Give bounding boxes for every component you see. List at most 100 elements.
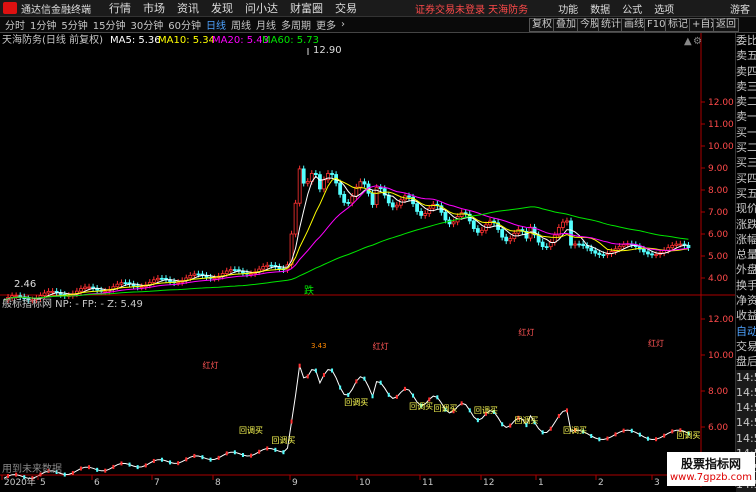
menu-function[interactable]: 功能 (558, 1, 578, 16)
candle-body (269, 264, 274, 267)
tab-weekly[interactable]: 周线 (231, 17, 251, 32)
candle-body (87, 286, 91, 289)
menu-news[interactable]: 资讯 (177, 0, 199, 16)
candle-body (317, 174, 322, 190)
candle-body (370, 192, 375, 205)
indicator-bar (120, 461, 123, 466)
x-tick-label: 3 (654, 478, 660, 487)
overlay-button[interactable]: 叠加 (553, 18, 579, 32)
buy-signal-label: 回调买 (239, 426, 263, 435)
quote-panel-item: 买三 (736, 156, 756, 170)
candle-body (544, 246, 549, 248)
chart-area[interactable]: 天海防务(日线 前复权) MA5: 5.36 MA10: 5.34 MA20: … (0, 33, 735, 487)
quote-panel-item: 盘后 (736, 355, 756, 369)
sell-signal-label: 红灯 (373, 341, 389, 351)
indicator-bar (460, 401, 463, 406)
quote-panel-item[interactable]: 交易 (736, 339, 756, 354)
menu-ask[interactable]: 问小达 (245, 0, 278, 16)
quote-panel-item: 换手 (736, 278, 756, 292)
quote-panel-items: 委比 卖五 卖四 卖三 卖二 卖一 买一 买二 买三 买四 买五 现价 涨跌 涨幅 总量 外盘 换手 净资 收益 自动… (736, 33, 756, 492)
menu-market[interactable]: 市场 (143, 0, 165, 16)
tab-multi-period[interactable]: 多周期 (281, 17, 311, 32)
tab-30min[interactable]: 30分钟 (130, 17, 163, 32)
indicator-bar (468, 408, 471, 413)
y-tick-label: 9.00 (708, 164, 728, 174)
candle-body (569, 220, 573, 246)
candle-body (305, 181, 310, 184)
candle-body (350, 195, 355, 204)
candle-body (188, 275, 193, 279)
quote-panel-item: 买二 (736, 141, 756, 155)
indicator-bar (241, 453, 244, 458)
quote-panel-item: 卖一 (736, 110, 756, 124)
indicator-bar (339, 385, 342, 390)
guest-user[interactable]: 游客 (730, 1, 750, 16)
quote-panel-item: 14:5 (736, 415, 756, 431)
menu-formula[interactable]: 公式 (622, 1, 642, 16)
quote-panel-item[interactable]: 自动 (736, 324, 756, 339)
candle-body (103, 290, 108, 293)
candle-body (621, 244, 626, 247)
tab-5min[interactable]: 5分钟 (61, 17, 87, 32)
indicator-bar (88, 465, 91, 470)
indicator-bar (371, 394, 374, 399)
back-button[interactable]: 返回 (713, 18, 739, 32)
tab-15min[interactable]: 15分钟 (93, 17, 126, 32)
indicator-line (3, 365, 689, 479)
indicator-bar (185, 457, 188, 462)
candle-body (139, 286, 144, 289)
menu-quotes[interactable]: 行情 (109, 0, 131, 16)
indicator-bar (322, 372, 325, 377)
candle-body (42, 292, 47, 296)
indicator-bar (274, 447, 277, 452)
x-tick-label: 12 (483, 478, 494, 487)
buy-signal-label: 回调买 (344, 398, 368, 407)
y-tick-label: 10.00 (708, 142, 734, 152)
menu-options[interactable]: 选项 (654, 1, 674, 16)
indicator-bar (290, 419, 293, 424)
quote-panel-item: 买四 (736, 171, 756, 185)
indicator-bar (646, 436, 649, 441)
candle-body (581, 243, 586, 247)
menu-trade[interactable]: 交易 (335, 0, 357, 16)
tab-intraday[interactable]: 分时 (5, 17, 25, 32)
login-notice[interactable]: 证券交易未登录 天海防务 (415, 1, 528, 16)
tab-1min[interactable]: 1分钟 (30, 17, 56, 32)
indicator-bar (63, 472, 66, 477)
ma-line (3, 175, 689, 301)
x-tick-label: 9 (292, 478, 298, 487)
adjust-button[interactable]: 复权 (529, 18, 555, 32)
indicator-bar (541, 430, 544, 435)
indicator-bar (160, 457, 163, 462)
indicator-bar (144, 463, 147, 468)
menu-fortune[interactable]: 财富圈 (290, 0, 323, 16)
collapse-icon[interactable]: ▲ (684, 36, 692, 47)
candle-body (646, 251, 650, 255)
settings-icon[interactable]: ⚙ (693, 36, 702, 47)
indicator-bar (128, 462, 131, 467)
menu-discover[interactable]: 发现 (211, 0, 233, 16)
indicator-bar (412, 393, 415, 398)
candle-body (407, 195, 411, 198)
mark-button[interactable]: 标记 (665, 18, 691, 32)
x-tick-label: 2020年 (4, 476, 36, 487)
candle-body (119, 282, 124, 285)
candle-body (358, 181, 363, 188)
indicator-bar (476, 418, 479, 423)
low-price-label: 2.46 (14, 279, 36, 290)
tab-60min[interactable]: 60分钟 (168, 17, 201, 32)
candle-body (249, 273, 253, 276)
more-arrow-icon[interactable]: › (341, 19, 345, 30)
indicator-bar (606, 436, 609, 441)
y-tick-label: 12.00 (708, 315, 734, 325)
watermark-url: www.7gpzb.com (670, 472, 752, 483)
tab-more[interactable]: 更多 (316, 17, 336, 32)
candle-body (50, 290, 55, 293)
indicator-bar (282, 450, 285, 455)
tab-daily[interactable]: 日线 (206, 17, 226, 32)
tab-monthly[interactable]: 月线 (256, 17, 276, 32)
candle-body (261, 266, 266, 270)
menu-data[interactable]: 数据 (590, 1, 610, 16)
indicator-bar (331, 368, 334, 373)
indicator-bar (298, 363, 301, 368)
